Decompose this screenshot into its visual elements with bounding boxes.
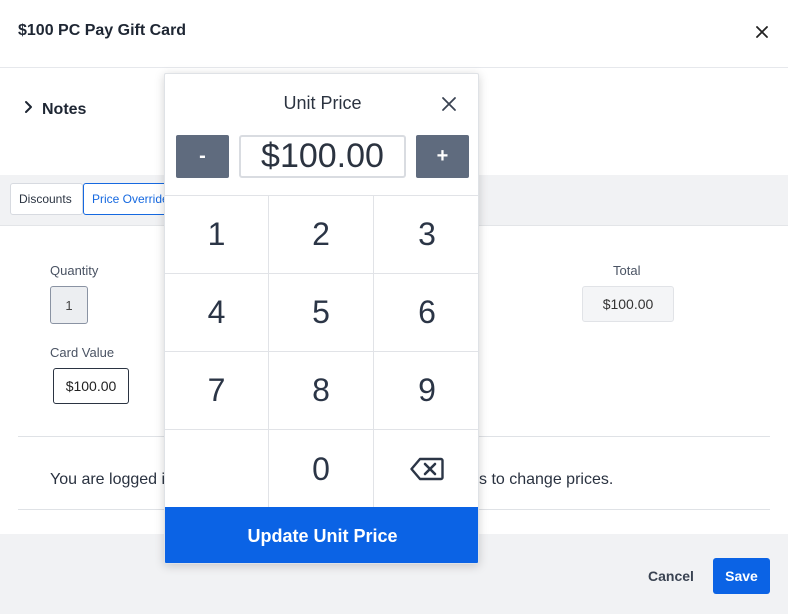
permission-message-right: s to change prices. [479, 471, 614, 488]
keypad-grid: 1 2 3 4 5 6 7 8 9 0 [165, 195, 478, 508]
decrement-button[interactable]: - [176, 135, 229, 178]
key-blank [165, 430, 269, 508]
key-9[interactable]: 9 [374, 352, 478, 430]
key-8[interactable]: 8 [269, 352, 374, 430]
key-0[interactable]: 0 [269, 430, 374, 508]
card-value-label: Card Value [50, 345, 115, 360]
key-2[interactable]: 2 [269, 196, 374, 274]
key-4[interactable]: 4 [165, 274, 269, 352]
increment-button[interactable]: + [416, 135, 469, 178]
cancel-button[interactable]: Cancel [640, 564, 702, 588]
key-5[interactable]: 5 [269, 274, 374, 352]
key-3[interactable]: 3 [374, 196, 478, 274]
key-6[interactable]: 6 [374, 274, 478, 352]
notes-label: Notes [42, 100, 87, 118]
key-1[interactable]: 1 [165, 196, 269, 274]
update-unit-price-button[interactable]: Update Unit Price [165, 507, 478, 563]
unit-price-display: $100.00 [239, 135, 406, 178]
chevron-right-icon [24, 100, 34, 119]
quantity-field[interactable]: 1 [50, 286, 88, 324]
permission-message-left: You are logged i [50, 471, 166, 488]
keypad-title: Unit Price [283, 93, 362, 113]
total-value: $100.00 [582, 286, 674, 322]
keypad-close-icon[interactable] [441, 93, 457, 115]
save-button[interactable]: Save [713, 558, 770, 594]
close-icon[interactable] [752, 22, 772, 42]
unit-price-keypad: Unit Price - $100.00 + 1 2 3 4 5 6 7 8 9… [164, 73, 479, 564]
key-7[interactable]: 7 [165, 352, 269, 430]
quantity-label: Quantity [50, 263, 99, 278]
notes-toggle[interactable]: Notes [24, 100, 86, 119]
modal-header: $100 PC Pay Gift Card [0, 0, 788, 68]
card-value-field[interactable]: $100.00 [53, 368, 129, 404]
modal-title: $100 PC Pay Gift Card [18, 22, 187, 39]
tab-discounts[interactable]: Discounts [10, 183, 83, 215]
backspace-icon[interactable] [374, 430, 478, 508]
total-label: Total [613, 263, 641, 278]
